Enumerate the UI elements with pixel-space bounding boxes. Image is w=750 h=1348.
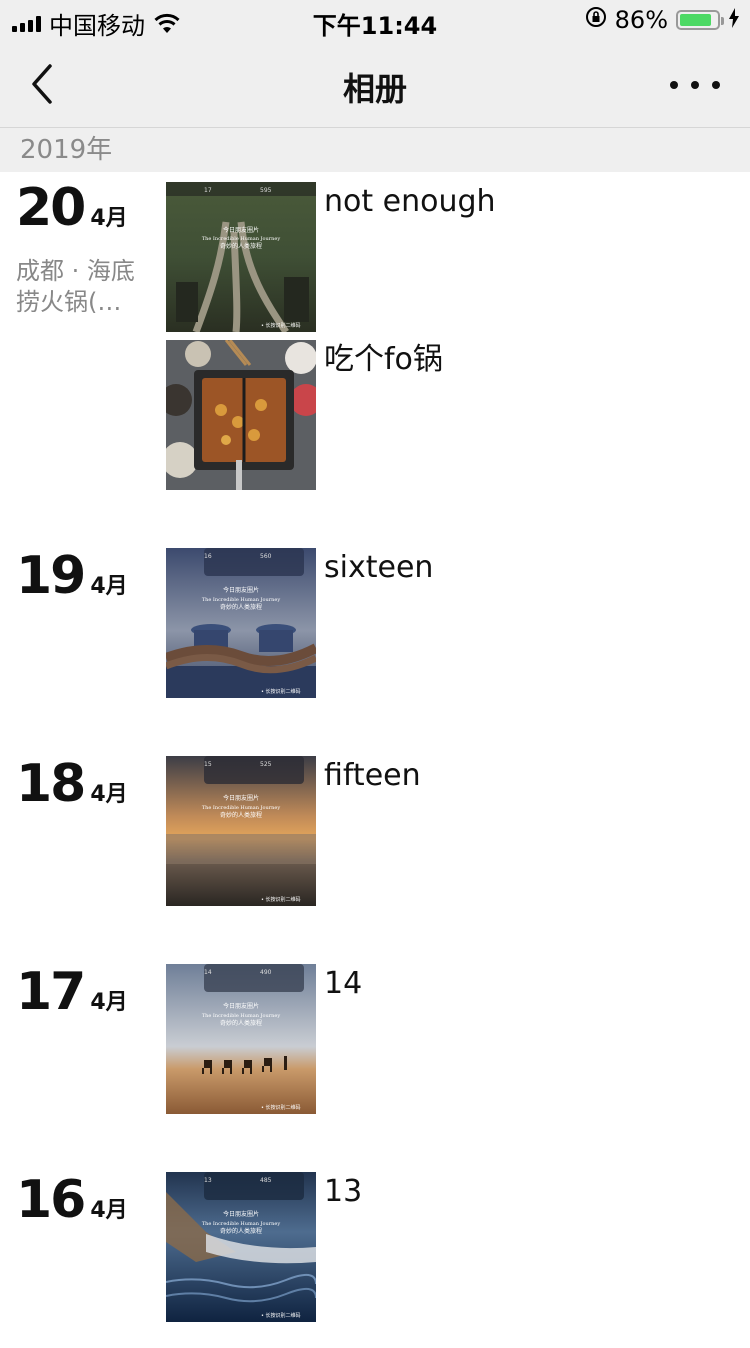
svg-text:The Incredible Human Journey: The Incredible Human Journey — [202, 597, 281, 603]
svg-text:• 长按识别二维码: • 长按识别二维码 — [261, 322, 301, 329]
day-number: 18 — [16, 754, 86, 814]
svg-text:今日朋友圈片: 今日朋友圈片 — [223, 226, 259, 234]
year-header: 2019年 — [0, 128, 750, 172]
svg-text:560: 560 — [260, 553, 272, 560]
svg-text:525: 525 — [260, 761, 272, 768]
more-options-button[interactable] — [670, 70, 720, 100]
album-post[interactable]: 16 560 今日朋友圈片 The Incredible Human Journ… — [166, 548, 726, 698]
post-caption: 13 — [324, 1174, 363, 1209]
dot-icon — [712, 81, 720, 89]
album-day-entry: 17 4月 14 490 今日朋友圈片 The Incredible Human… — [0, 964, 750, 1172]
post-thumbnail[interactable]: 15 525 今日朋友圈片 The Incredible Human Journ… — [166, 756, 316, 906]
svg-text:16: 16 — [204, 553, 212, 560]
album-day-entry: 19 4月 16 560 今日朋友圈片 The Incredible Human… — [0, 548, 750, 756]
svg-text:The Incredible Human Journey: The Incredible Human Journey — [202, 1221, 281, 1227]
page-title: 相册 — [342, 70, 407, 108]
nav-bar: 相册 — [0, 40, 750, 128]
svg-text:490: 490 — [260, 969, 272, 976]
date-block: 18 4月 — [16, 756, 156, 812]
svg-text:17: 17 — [204, 187, 212, 194]
month-label: 4月 — [90, 990, 128, 1015]
svg-text:485: 485 — [260, 1177, 272, 1184]
post-caption: fifteen — [324, 758, 421, 793]
post-caption: sixteen — [324, 550, 434, 585]
album-day-entry: 20 4月 成都 · 海底捞火锅(… 17 595 今日朋友圈片 The Inc… — [0, 172, 750, 548]
svg-text:• 长按识别二维码: • 长按识别二维码 — [261, 1312, 301, 1319]
album-post[interactable]: 吃个fo锅 — [166, 340, 726, 490]
date-block: 17 4月 — [16, 964, 156, 1020]
svg-text:今日朋友圈片: 今日朋友圈片 — [223, 794, 259, 802]
day-number: 16 — [16, 1170, 86, 1230]
svg-text:奇妙的人类旅程: 奇妙的人类旅程 — [220, 811, 262, 819]
svg-text:13: 13 — [204, 1177, 212, 1184]
date-block: 19 4月 — [16, 548, 156, 604]
svg-text:今日朋友圈片: 今日朋友圈片 — [223, 1210, 259, 1218]
album-day-entry: 16 4月 13 485 今日朋友圈片 The Incredible Human… — [0, 1172, 750, 1348]
svg-text:奇妙的人类旅程: 奇妙的人类旅程 — [220, 242, 262, 250]
album-list: 20 4月 成都 · 海底捞火锅(… 17 595 今日朋友圈片 The Inc… — [0, 172, 750, 1348]
album-post[interactable]: 17 595 今日朋友圈片 The Incredible Human Journ… — [166, 182, 726, 332]
svg-text:The Incredible Human Journey: The Incredible Human Journey — [202, 1013, 281, 1019]
charging-icon — [728, 6, 740, 34]
post-thumbnail[interactable]: 17 595 今日朋友圈片 The Incredible Human Journ… — [166, 182, 316, 332]
post-thumbnail[interactable]: 14 490 今日朋友圈片 The Incredible Human Journ… — [166, 964, 316, 1114]
status-bar: 中国移动 下午11:44 86% — [0, 0, 750, 40]
battery-icon — [676, 10, 724, 30]
svg-text:奇妙的人类旅程: 奇妙的人类旅程 — [220, 1227, 262, 1235]
svg-text:14: 14 — [204, 969, 212, 976]
svg-text:• 长按识别二维码: • 长按识别二维码 — [261, 1104, 301, 1111]
svg-text:The Incredible Human Journey: The Incredible Human Journey — [202, 805, 281, 811]
location-label[interactable]: 成都 · 海底捞火锅(… — [16, 256, 156, 318]
day-number: 19 — [16, 546, 86, 606]
month-label: 4月 — [90, 782, 128, 807]
svg-text:奇妙的人类旅程: 奇妙的人类旅程 — [220, 603, 262, 611]
date-block: 20 4月 成都 · 海底捞火锅(… — [16, 180, 156, 318]
battery-percent: 86% — [614, 6, 668, 34]
month-label: 4月 — [90, 574, 128, 599]
date-block: 16 4月 — [16, 1172, 156, 1228]
day-number: 17 — [16, 962, 86, 1022]
day-number: 20 — [16, 178, 86, 238]
svg-text:今日朋友圈片: 今日朋友圈片 — [223, 1002, 259, 1010]
post-thumbnail[interactable]: 16 560 今日朋友圈片 The Incredible Human Journ… — [166, 548, 316, 698]
post-thumbnail[interactable]: 13 485 今日朋友圈片 The Incredible Human Journ… — [166, 1172, 316, 1322]
svg-text:奇妙的人类旅程: 奇妙的人类旅程 — [220, 1019, 262, 1027]
svg-text:15: 15 — [204, 761, 212, 768]
post-caption: not enough — [324, 184, 496, 219]
month-label: 4月 — [90, 206, 128, 231]
orientation-lock-icon — [585, 6, 607, 34]
album-day-entry: 18 4月 15 525 今日朋友圈片 The Incredible Human… — [0, 756, 750, 964]
dot-icon — [691, 81, 699, 89]
post-caption: 吃个fo锅 — [324, 342, 443, 377]
svg-text:• 长按识别二维码: • 长按识别二维码 — [261, 896, 301, 903]
svg-text:The Incredible Human Journey: The Incredible Human Journey — [202, 236, 281, 242]
post-thumbnail[interactable] — [166, 340, 316, 490]
album-post[interactable]: 15 525 今日朋友圈片 The Incredible Human Journ… — [166, 756, 726, 906]
dot-icon — [670, 81, 678, 89]
svg-text:595: 595 — [260, 187, 272, 194]
album-post[interactable]: 14 490 今日朋友圈片 The Incredible Human Journ… — [166, 964, 726, 1114]
svg-text:• 长按识别二维码: • 长按识别二维码 — [261, 688, 301, 695]
album-post[interactable]: 13 485 今日朋友圈片 The Incredible Human Journ… — [166, 1172, 726, 1322]
post-caption: 14 — [324, 966, 363, 1001]
month-label: 4月 — [90, 1198, 128, 1223]
svg-text:今日朋友圈片: 今日朋友圈片 — [223, 586, 259, 594]
